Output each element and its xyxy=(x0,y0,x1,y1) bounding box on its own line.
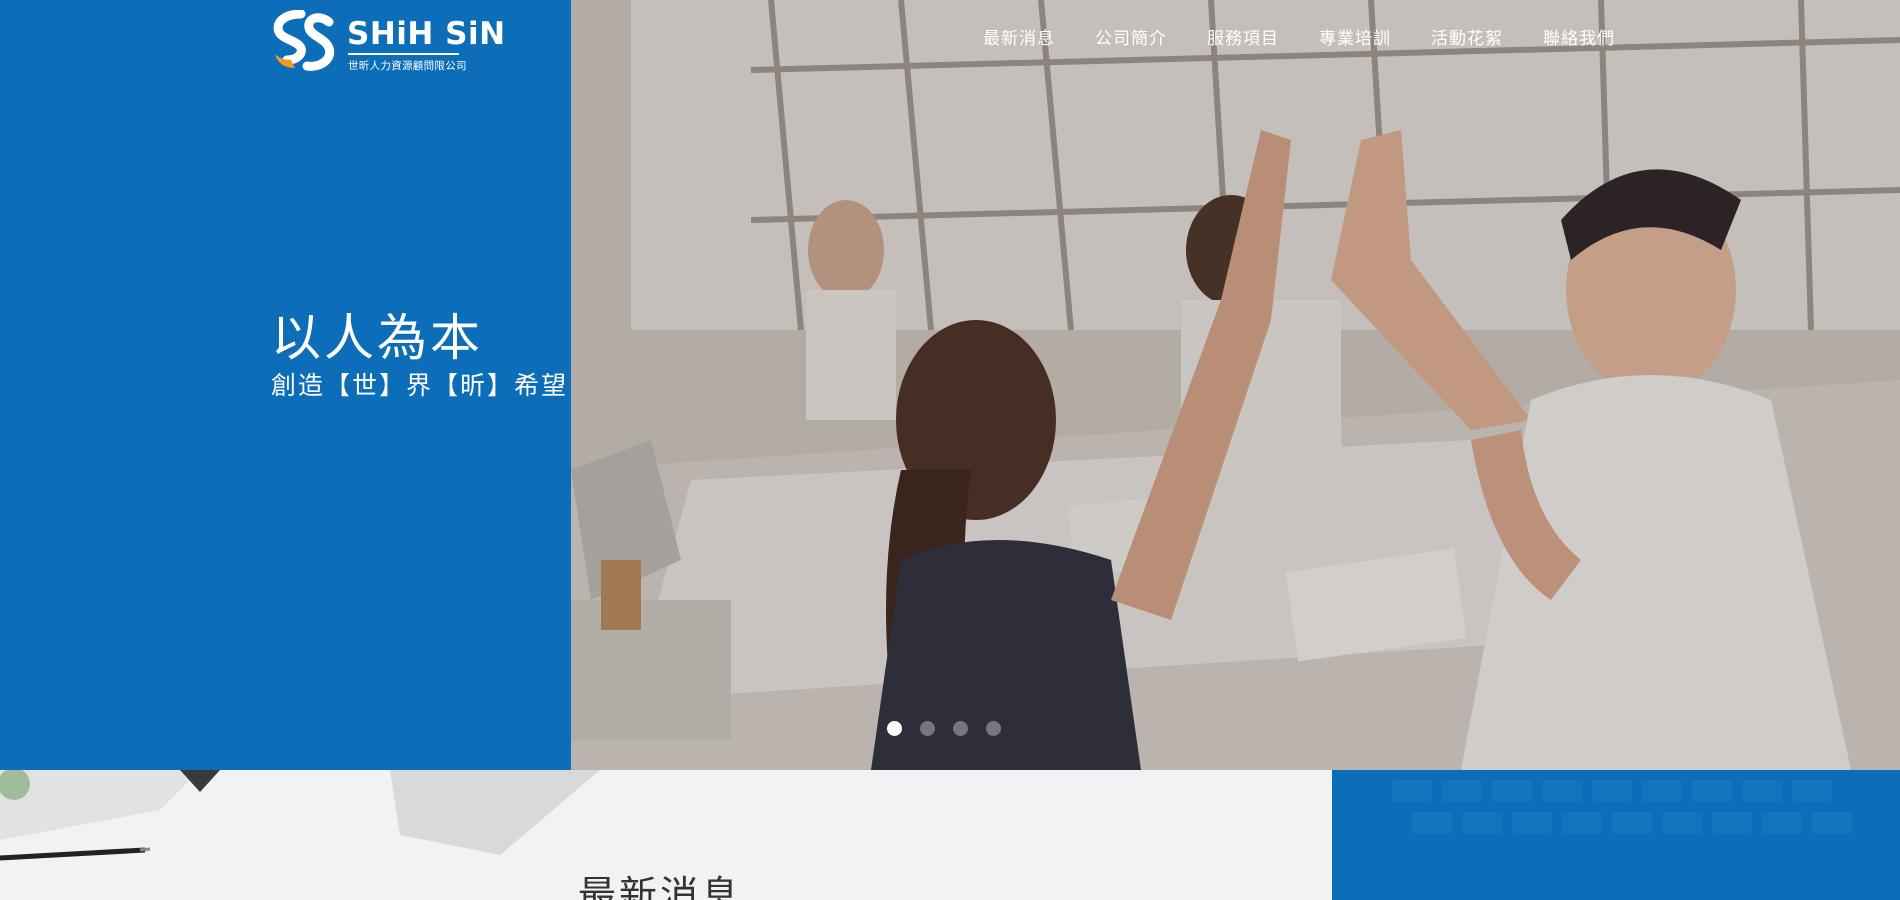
hero-section: SHiH SiN 世昕人力資源顧問限公司 以人為本 創造【世】界【昕】希望 最新… xyxy=(0,0,1900,770)
brand-divider xyxy=(348,53,459,55)
nav-item-training[interactable]: 專業培訓 xyxy=(1319,24,1391,49)
nav-item-about[interactable]: 公司簡介 xyxy=(1095,24,1167,49)
office-high-five-photo xyxy=(571,0,1900,770)
brand-name-en: SHiH SiN xyxy=(347,16,506,52)
news-section-title: 最新消息 xyxy=(578,873,743,900)
nav-item-services[interactable]: 服務項目 xyxy=(1207,24,1279,49)
news-section: 最新消息 xyxy=(0,770,1900,900)
hero-headline: 以人為本 xyxy=(271,309,483,367)
carousel-dot-3[interactable] xyxy=(953,721,968,736)
main-nav: 最新消息 公司簡介 服務項目 專業培訓 活動花絮 聯絡我們 xyxy=(983,24,1615,49)
news-side-panel xyxy=(1332,770,1900,900)
carousel-dot-1[interactable] xyxy=(887,721,902,736)
brand-name-zh: 世昕人力資源顧問限公司 xyxy=(348,60,467,72)
carousel-dot-2[interactable] xyxy=(920,721,935,736)
carousel-dots xyxy=(887,721,1001,736)
nav-item-news[interactable]: 最新消息 xyxy=(983,24,1055,49)
keyboard-pattern xyxy=(1392,780,1852,834)
nav-item-gallery[interactable]: 活動花絮 xyxy=(1431,24,1503,49)
hero-subheadline: 創造【世】界【昕】希望 xyxy=(271,371,569,400)
carousel-dot-4[interactable] xyxy=(986,721,1001,736)
nav-item-contact[interactable]: 聯絡我們 xyxy=(1543,24,1615,49)
brand-logo[interactable]: SHiH SiN 世昕人力資源顧問限公司 xyxy=(271,10,505,72)
hero-photo xyxy=(571,0,1900,770)
news-background: 最新消息 xyxy=(0,770,1332,900)
brand-s-mark-icon xyxy=(273,10,335,71)
